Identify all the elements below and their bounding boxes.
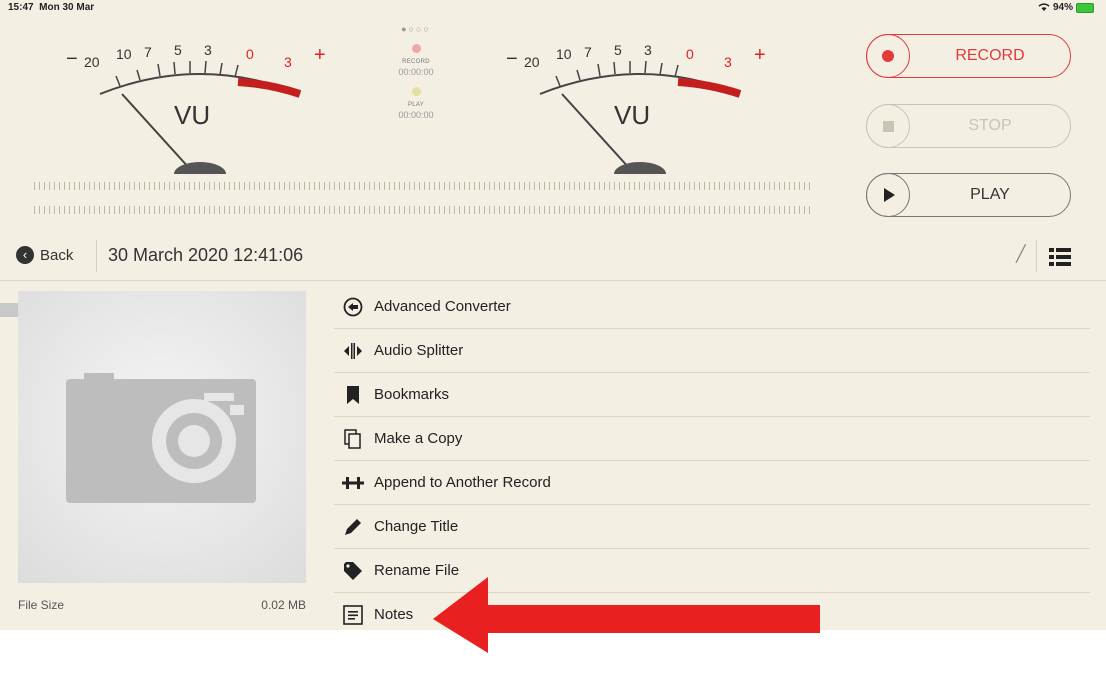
- append-icon: [342, 472, 364, 494]
- record-button-label: RECORD: [955, 47, 1025, 64]
- red-arrow-annotation: [433, 577, 820, 653]
- menu-item-audio-splitter[interactable]: Audio Splitter: [334, 329, 1090, 373]
- meter-scale-arc: [539, 60, 742, 174]
- page-dots: ●○○○: [401, 24, 431, 34]
- status-right: 94%: [1038, 2, 1094, 13]
- camera-icon: [66, 373, 256, 503]
- transport-status-panel: ●○○○ RECORD 00:00:00 PLAY 00:00:00: [378, 24, 454, 174]
- menu-item-bookmarks[interactable]: Bookmarks: [334, 373, 1090, 417]
- play-timecode: 00:00:00: [398, 110, 434, 120]
- menu-item-advanced-converter[interactable]: Advanced Converter: [334, 285, 1090, 329]
- vu-meter-right: − 20 10 7 5 3 0 3 + VU: [500, 14, 800, 174]
- nav-divider: [1036, 240, 1037, 272]
- bookmark-icon: [342, 384, 364, 406]
- back-arrow-icon: ‹: [16, 246, 34, 264]
- vu-meter-left: − 20 10 7 5 3 0 3 + VU: [60, 14, 360, 174]
- stop-square-icon: [866, 104, 910, 148]
- file-size-value: 0.02 MB: [261, 598, 306, 612]
- file-size-row: File Size 0.02 MB: [18, 598, 306, 612]
- play-button[interactable]: PLAY: [866, 173, 1071, 217]
- file-size-label: File Size: [18, 598, 65, 612]
- copy-icon: [342, 428, 364, 450]
- meter-scale-arc: [99, 60, 302, 174]
- list-view-icon[interactable]: [1049, 248, 1071, 266]
- record-timecode: 00:00:00: [398, 67, 434, 77]
- pencil-icon: [342, 516, 364, 538]
- meter-vu-label: VU: [614, 100, 651, 130]
- battery-icon: [1076, 2, 1094, 13]
- record-led: [411, 44, 421, 53]
- level-ruler-bottom: [34, 206, 812, 214]
- meter-vu-label: VU: [174, 100, 211, 130]
- play-triangle-icon: [866, 173, 910, 217]
- record-thumbnail: [18, 291, 306, 583]
- play-status-label: PLAY: [407, 102, 425, 108]
- menu-item-make-a-copy[interactable]: Make a Copy: [334, 417, 1090, 461]
- record-status-label: RECORD: [402, 59, 430, 65]
- play-led: [411, 87, 421, 96]
- tag-icon: [342, 560, 364, 582]
- edit-icon[interactable]: ╱: [1016, 244, 1026, 264]
- back-button-label: Back: [40, 246, 74, 264]
- converter-icon: [342, 296, 364, 318]
- splitter-icon: [342, 340, 364, 362]
- menu-item-change-title[interactable]: Change Title: [334, 505, 1090, 549]
- record-dot-icon: [866, 34, 910, 78]
- menu-item-label: Audio Splitter: [374, 342, 464, 359]
- battery-percent: 94%: [1052, 2, 1073, 13]
- stop-button[interactable]: STOP: [866, 104, 1071, 148]
- back-button[interactable]: ‹ Back: [16, 246, 73, 264]
- menu-item-label: Bookmarks: [374, 386, 450, 403]
- nav-divider: [96, 240, 97, 272]
- menu-item-append-to-another-record[interactable]: Append to Another Record: [334, 461, 1090, 505]
- notes-icon: [342, 604, 364, 626]
- stop-button-label: STOP: [968, 117, 1012, 134]
- level-ruler-top: [34, 182, 812, 190]
- page-title: 30 March 2020 12:41:06: [108, 245, 304, 265]
- nav-bar: ‹ Back 30 March 2020 12:41:06 ╱: [0, 232, 1106, 281]
- record-button[interactable]: RECORD: [866, 34, 1071, 78]
- wifi-icon: [1038, 3, 1050, 11]
- menu-item-label: Advanced Converter: [374, 298, 511, 315]
- play-button-label: PLAY: [970, 186, 1010, 203]
- menu-item-label: Make a Copy: [374, 430, 463, 447]
- status-time: 15:47 Mon 30 Mar: [8, 2, 95, 13]
- menu-item-label: Append to Another Record: [374, 474, 551, 491]
- menu-item-label: Notes: [374, 606, 414, 623]
- app-window: 15:47 Mon 30 Mar 94% − 20 10 7 5 3 0 3 +: [0, 0, 1106, 630]
- menu-item-label: Change Title: [374, 518, 459, 535]
